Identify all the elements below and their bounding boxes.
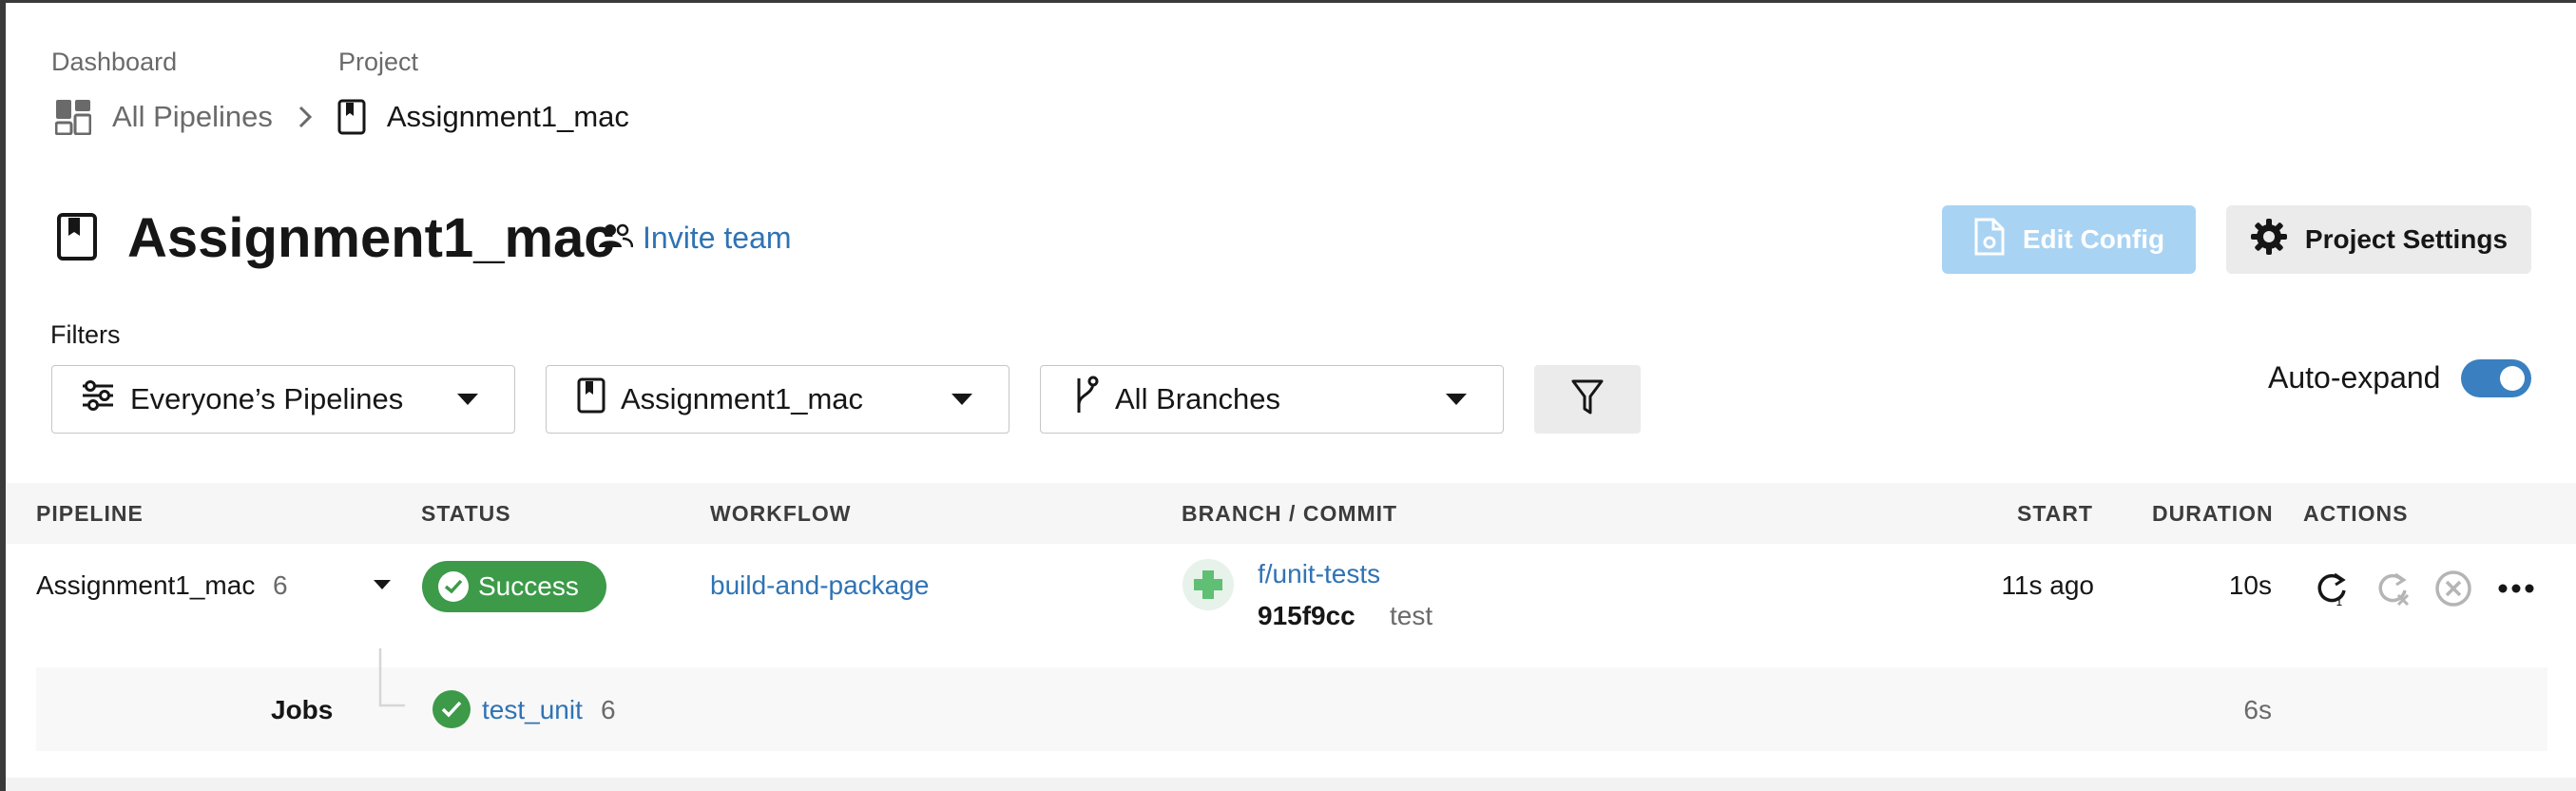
jobs-row (36, 667, 2547, 751)
jobs-label: Jobs (271, 695, 334, 724)
auto-expand-label: Auto-expand (2268, 360, 2441, 395)
rerun-failed-icon[interactable] (2374, 569, 2412, 612)
column-header-pipeline: PIPELINE (36, 501, 144, 526)
commit-hash[interactable]: 915f9cc (1258, 601, 1355, 631)
bookmark-icon (57, 213, 97, 265)
invite-team-label: Invite team (643, 221, 792, 255)
rerun-icon[interactable]: 1 (2313, 569, 2351, 612)
avatar (1182, 559, 1234, 615)
column-header-workflow: WORKFLOW (710, 501, 852, 526)
start-time: 11s ago (2001, 570, 2094, 600)
job-number: 6 (601, 695, 616, 724)
column-header-actions: ACTIONS (2303, 501, 2409, 526)
chevron-down-icon (952, 394, 972, 405)
tree-connector (378, 648, 405, 707)
project-settings-label: Project Settings (2304, 224, 2509, 254)
breadcrumb-dashboard-label: Dashboard (51, 48, 178, 76)
dashboard-grid-icon (55, 99, 91, 135)
project-filter-select[interactable]: Assignment1_mac (546, 365, 1009, 434)
pipeline-name[interactable]: Assignment1_mac (36, 570, 255, 601)
pipelines-filter-value: Everyone’s Pipelines (130, 382, 404, 415)
table-bottom-border (6, 778, 2576, 791)
check-icon (438, 571, 469, 602)
workflow-link[interactable]: build-and-package (710, 570, 929, 601)
project-filter-value: Assignment1_mac (621, 382, 864, 415)
edit-config-button[interactable]: Edit Config (1942, 205, 2196, 274)
document-gear-icon (1973, 218, 2006, 262)
cancel-circle-icon[interactable] (2434, 569, 2472, 612)
commit-message: test (1390, 601, 1433, 630)
window-frame-left (0, 0, 6, 791)
job-name-link[interactable]: test_unit (482, 695, 583, 725)
chevron-right-icon (298, 105, 313, 129)
window-frame-top (0, 0, 2576, 3)
auto-expand-toggle[interactable] (2461, 359, 2531, 397)
chevron-down-icon (1446, 394, 1467, 405)
branch-filter-value: All Branches (1115, 382, 1281, 415)
filters-label: Filters (50, 320, 121, 349)
duration: 10s (2228, 570, 2272, 600)
status-badge[interactable]: Success (422, 561, 606, 612)
branch-filter-select[interactable]: All Branches (1040, 365, 1504, 434)
column-header-start: START (2017, 501, 2093, 526)
people-icon (599, 221, 634, 256)
breadcrumb: All Pipelines Assignment1_mac (55, 99, 629, 135)
more-horizontal-icon[interactable] (2497, 580, 2535, 602)
gear-icon (2250, 218, 2288, 262)
bookmark-icon (337, 99, 366, 135)
edit-config-label: Edit Config (2022, 224, 2165, 254)
funnel-icon (1570, 378, 1605, 421)
advanced-filter-button[interactable] (1534, 365, 1641, 434)
breadcrumb-project-name[interactable]: Assignment1_mac (387, 100, 629, 134)
job-success-icon (433, 690, 471, 728)
project-settings-button[interactable]: Project Settings (2226, 205, 2531, 274)
pipeline-number: 6 (273, 570, 288, 600)
git-branch-icon (1071, 375, 1100, 424)
pipelines-filter-select[interactable]: Everyone’s Pipelines (51, 365, 515, 434)
invite-team-link[interactable]: Invite team (599, 221, 792, 256)
sliders-icon (81, 380, 115, 418)
page-title: Assignment1_mac (127, 207, 615, 269)
column-header-status: STATUS (421, 501, 511, 526)
breadcrumb-all-pipelines[interactable]: All Pipelines (112, 100, 273, 134)
breadcrumb-project-label: Project (338, 48, 419, 76)
chevron-down-icon (457, 394, 478, 405)
branch-link[interactable]: f/unit-tests (1258, 559, 1380, 589)
bookmark-icon (577, 377, 606, 421)
column-header-duration: DURATION (2152, 501, 2274, 526)
column-header-branch-commit: BRANCH / COMMIT (1182, 501, 1398, 526)
toggle-knob (2500, 366, 2525, 391)
svg-text:1: 1 (2336, 595, 2343, 608)
status-label: Success (478, 571, 579, 601)
expand-toggle-icon[interactable] (374, 580, 391, 589)
job-duration: 6s (2243, 695, 2272, 724)
